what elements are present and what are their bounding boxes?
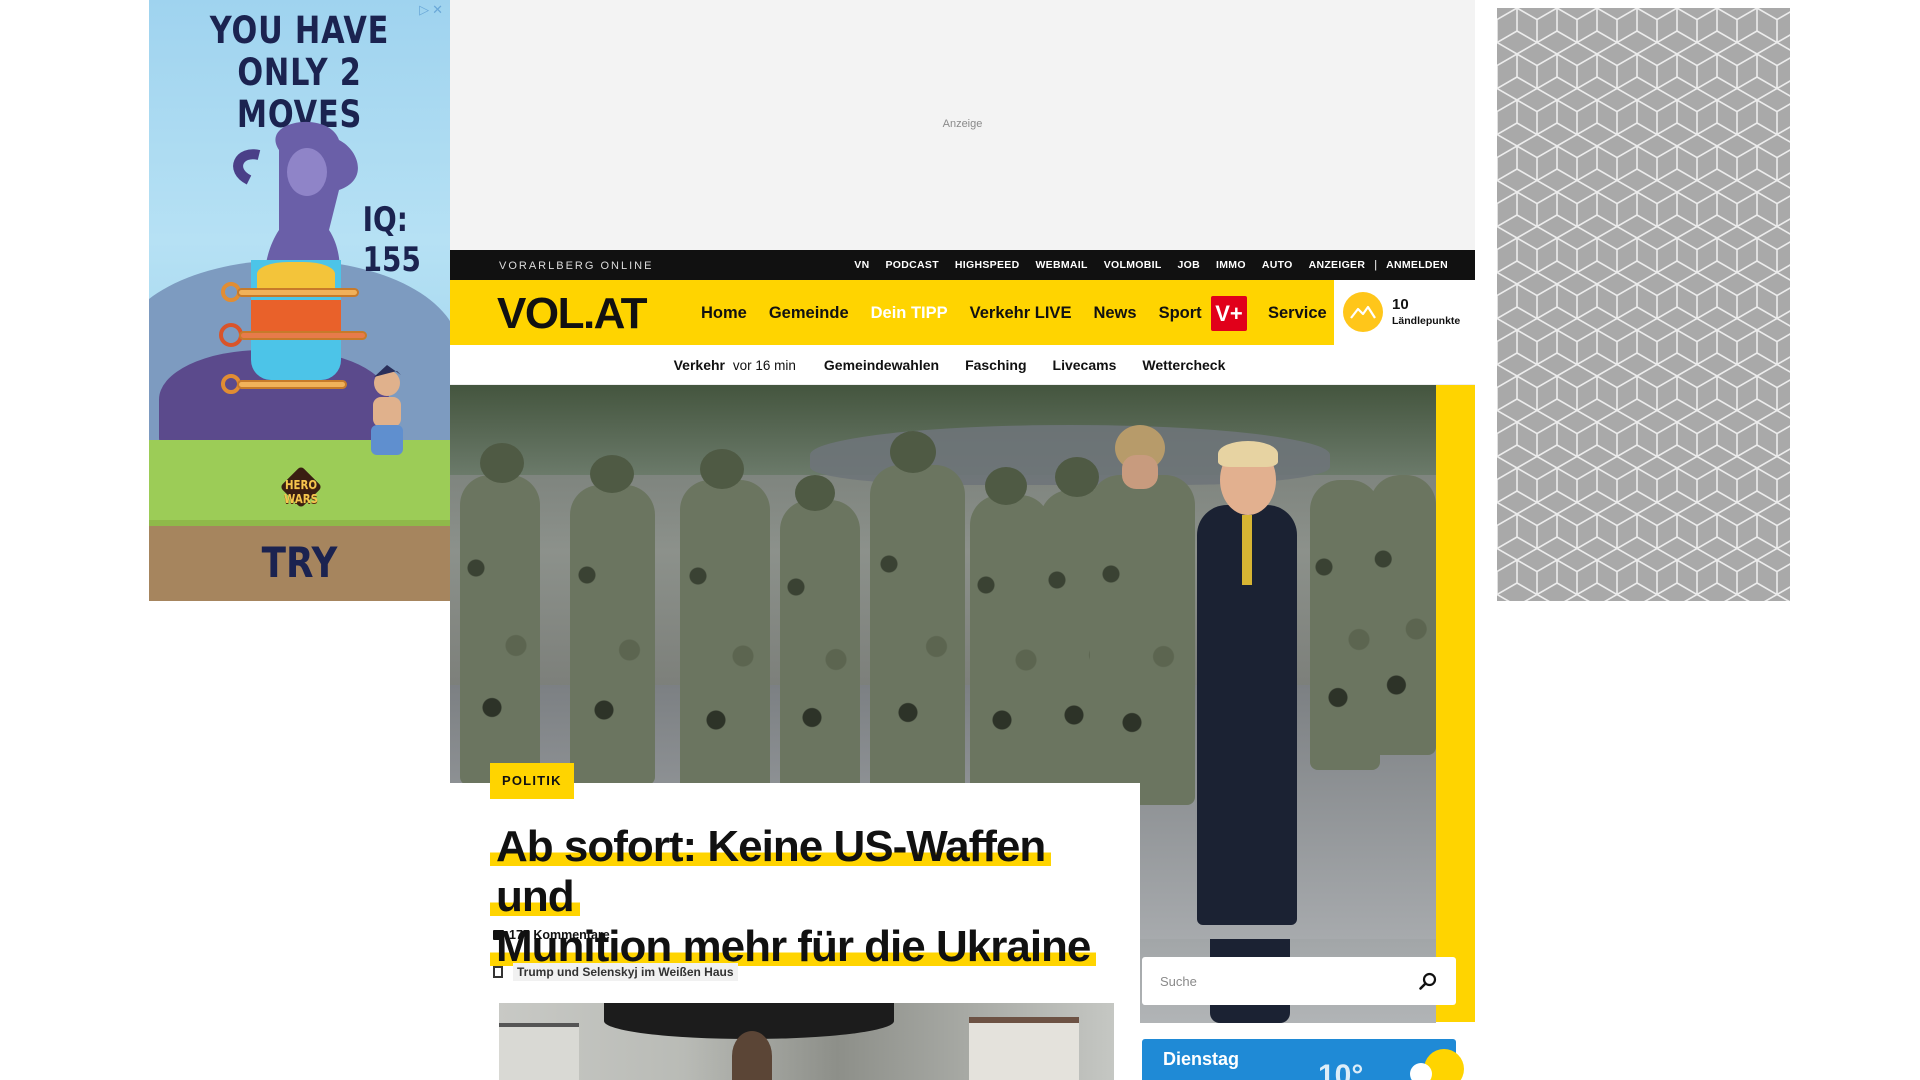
thumb-person bbox=[732, 1031, 772, 1080]
soldier-cap bbox=[890, 431, 936, 473]
subnav-fasching[interactable]: Fasching bbox=[965, 357, 1026, 373]
officer-face bbox=[1122, 455, 1158, 489]
officer-figure bbox=[1090, 475, 1195, 805]
ad-top-banner[interactable]: Anzeige bbox=[450, 0, 1475, 250]
laendlepunkte-count[interactable]: 10 bbox=[1392, 296, 1409, 313]
subnav-gemeindewahlen[interactable]: Gemeindewahlen bbox=[824, 357, 939, 373]
soldier-figure bbox=[570, 485, 655, 785]
top-link-auto[interactable]: AUTO bbox=[1262, 259, 1293, 271]
nav-menu: Home Gemeinde Dein TIPP Verkehr LIVE New… bbox=[701, 304, 1224, 323]
soldier-figure bbox=[970, 495, 1050, 795]
soldier-figure bbox=[1370, 475, 1436, 755]
top-bar: VORARLBERG ONLINE VN PODCAST HIGHSPEED W… bbox=[450, 250, 1475, 280]
laendlepunkte-icon[interactable] bbox=[1343, 292, 1383, 332]
site-logo[interactable]: VOL.AT bbox=[497, 289, 648, 339]
sidebar-yellow-panel bbox=[1436, 385, 1475, 1022]
soldier-figure bbox=[780, 500, 860, 790]
nav-item-home[interactable]: Home bbox=[701, 304, 747, 323]
ad-lava bbox=[251, 300, 341, 334]
sub-navigation: Verkehr vor 16 min Gemeindewahlen Faschi… bbox=[450, 345, 1475, 385]
traffic-label: Verkehr bbox=[673, 356, 725, 373]
nav-item-dein-tipp[interactable]: Dein TIPP bbox=[871, 304, 948, 323]
traffic-link[interactable]: Verkehr vor 16 min bbox=[674, 357, 796, 373]
top-link-anzeiger[interactable]: ANZEIGER bbox=[1309, 259, 1366, 271]
mountain-icon bbox=[1350, 305, 1376, 319]
traffic-time: vor 16 min bbox=[732, 357, 796, 373]
weather-widget[interactable]: Dienstag 10° bbox=[1142, 1039, 1465, 1080]
soldier-cap bbox=[700, 449, 744, 489]
soldier-cap bbox=[590, 455, 634, 493]
ad-iq-label: IQ: 155 bbox=[362, 200, 421, 280]
weather-temperature: 10° bbox=[1318, 1059, 1364, 1080]
adchoices-icon[interactable]: ▷✕ bbox=[419, 2, 446, 18]
related-article-image[interactable] bbox=[499, 1003, 1114, 1080]
vplus-button[interactable]: V+ bbox=[1211, 296, 1247, 331]
ad-hero-figure bbox=[371, 365, 403, 455]
login-link[interactable]: ANMELDEN bbox=[1386, 259, 1448, 271]
headline-line-1[interactable]: Ab sofort: Keine US-Waffen und bbox=[490, 822, 1052, 921]
soldier-figure bbox=[680, 480, 770, 800]
ad-right-skyscraper[interactable] bbox=[1497, 8, 1790, 601]
nav-item-service[interactable]: Service bbox=[1268, 304, 1327, 323]
top-link-volmobil[interactable]: VOLMOBIL bbox=[1104, 259, 1162, 271]
ad-left-skyscraper[interactable]: ▷✕ YOU HAVE ONLY 2 MOVES IQ: 155 HERO WA… bbox=[149, 0, 450, 601]
laendlepunkte-label[interactable]: Ländlepunkte bbox=[1392, 315, 1460, 327]
top-link-highspeed[interactable]: HIGHSPEED bbox=[955, 259, 1020, 271]
comments-count: 177 Kommentare bbox=[509, 928, 610, 942]
article-icon bbox=[493, 966, 503, 978]
thumb-house bbox=[969, 1017, 1079, 1080]
main-navigation: VOL.AT Home Gemeinde Dein TIPP Verkehr L… bbox=[450, 280, 1475, 345]
ad-brand-logo: HERO WARS bbox=[284, 478, 318, 506]
search-input[interactable] bbox=[1142, 957, 1392, 1005]
top-link-webmail[interactable]: WEBMAIL bbox=[1035, 259, 1087, 271]
top-links: VN PODCAST HIGHSPEED WEBMAIL VOLMOBIL JO… bbox=[838, 259, 1448, 271]
top-link-job[interactable]: JOB bbox=[1178, 259, 1201, 271]
pin-bar bbox=[237, 380, 347, 389]
related-article-link[interactable]: Trump und Selenskyj im Weißen Haus bbox=[493, 963, 738, 981]
top-link-podcast[interactable]: PODCAST bbox=[885, 259, 938, 271]
nav-item-news[interactable]: News bbox=[1093, 304, 1136, 323]
hero-section: POLITIK Ab sofort: Keine US-Waffen und M… bbox=[450, 385, 1475, 1080]
search-icon[interactable] bbox=[1418, 971, 1438, 991]
nav-item-verkehr-live[interactable]: Verkehr LIVE bbox=[970, 304, 1072, 323]
comments-link[interactable]: 177 Kommentare bbox=[493, 928, 610, 942]
comment-icon bbox=[493, 930, 504, 940]
thumb-house bbox=[499, 1023, 579, 1080]
soldier-cap bbox=[985, 467, 1027, 505]
ad-pattern bbox=[1497, 8, 1790, 601]
cloud-icon bbox=[1410, 1063, 1432, 1080]
search-box bbox=[1142, 957, 1456, 1005]
related-article-title: Trump und Selenskyj im Weißen Haus bbox=[513, 963, 738, 981]
article-category[interactable]: POLITIK bbox=[490, 763, 574, 799]
top-link-vn[interactable]: VN bbox=[854, 259, 869, 271]
article-headline[interactable]: Ab sofort: Keine US-Waffen und Munition … bbox=[490, 822, 1130, 972]
nav-item-sport[interactable]: Sport bbox=[1159, 304, 1202, 323]
soldier-cap bbox=[480, 443, 524, 483]
weather-day: Dienstag bbox=[1163, 1049, 1240, 1069]
subnav-wettercheck[interactable]: Wettercheck bbox=[1142, 357, 1225, 373]
soldier-figure bbox=[870, 465, 965, 795]
soldier-cap bbox=[795, 475, 835, 511]
president-tie bbox=[1242, 515, 1252, 585]
soldier-figure bbox=[460, 475, 540, 785]
ad-cta-button[interactable]: TRY bbox=[172, 538, 428, 587]
pin-bar bbox=[237, 288, 359, 297]
president-hair bbox=[1218, 441, 1278, 467]
pin-bar bbox=[239, 331, 367, 340]
top-link-separator: | bbox=[1374, 259, 1378, 271]
site-name[interactable]: VORARLBERG ONLINE bbox=[499, 260, 653, 272]
nav-item-gemeinde[interactable]: Gemeinde bbox=[769, 304, 849, 323]
top-link-immo[interactable]: IMMO bbox=[1216, 259, 1246, 271]
subnav-livecams[interactable]: Livecams bbox=[1053, 357, 1117, 373]
ad-label: Anzeige bbox=[942, 118, 983, 130]
